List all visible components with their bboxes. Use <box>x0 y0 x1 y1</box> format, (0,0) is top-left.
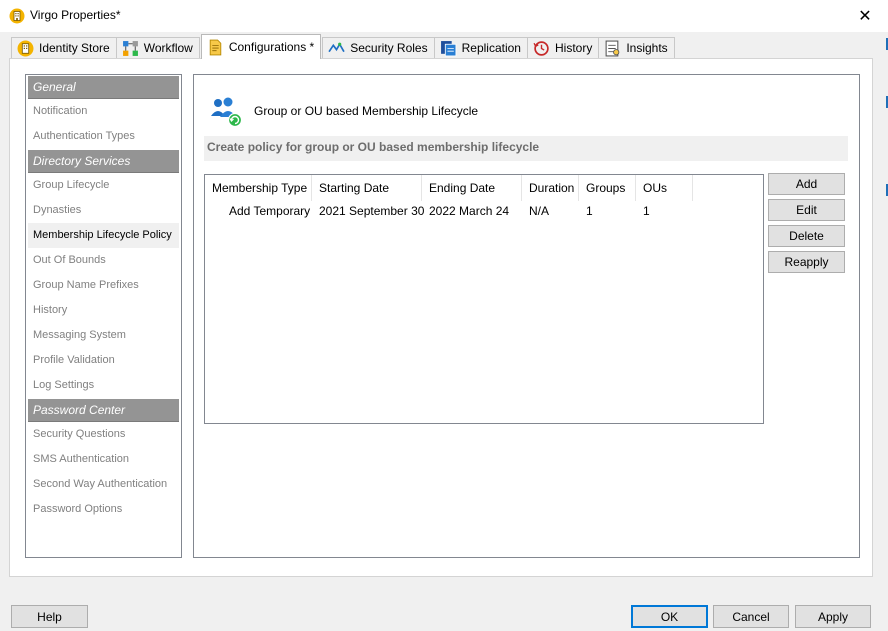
building-icon <box>17 40 34 56</box>
tab-label: Configurations * <box>228 40 315 54</box>
sidebar-item-security-questions[interactable]: Security Questions <box>26 422 181 447</box>
document-icon <box>209 39 222 55</box>
tab-strip: Identity Store Workflow Configurations *… <box>11 34 675 59</box>
title-bar: Virgo Properties* ✕ <box>0 0 888 32</box>
sidebar-section-directory-services: Directory Services <box>28 150 179 173</box>
tab-configurations[interactable]: Configurations * <box>200 34 322 59</box>
tab-workflow[interactable]: Workflow <box>115 37 200 58</box>
column-header-ending-date[interactable]: Ending Date <box>422 175 522 201</box>
sidebar-item-notification[interactable]: Notification <box>26 99 181 124</box>
cancel-button[interactable]: Cancel <box>713 605 789 628</box>
sidebar-item-authentication-types[interactable]: Authentication Types <box>26 124 181 149</box>
policy-table[interactable]: Membership Type Starting Date Ending Dat… <box>204 174 764 424</box>
sidebar-section-password-center: Password Center <box>28 399 179 422</box>
replication-icon <box>440 40 456 56</box>
sidebar-item-password-options[interactable]: Password Options <box>26 497 181 522</box>
close-button[interactable]: ✕ <box>842 0 888 32</box>
tab-history[interactable]: History <box>526 37 600 58</box>
ok-button[interactable]: OK <box>631 605 708 628</box>
sidebar: General Notification Authentication Type… <box>25 74 182 558</box>
tab-security-roles[interactable]: Security Roles <box>322 37 435 58</box>
tab-label: Security Roles <box>350 41 428 55</box>
sidebar-item-membership-lifecycle-policy[interactable]: Membership Lifecycle Policy <box>28 223 179 248</box>
tab-identity-store[interactable]: Identity Store <box>11 37 117 58</box>
history-icon <box>533 40 549 56</box>
workflow-icon <box>122 40 138 56</box>
tab-label: Insights <box>626 41 668 55</box>
sidebar-section-general: General <box>28 76 179 99</box>
delete-button[interactable]: Delete <box>768 225 845 247</box>
page-heading: Group or OU based Membership Lifecycle <box>254 104 479 118</box>
sidebar-item-messaging-system[interactable]: Messaging System <box>26 323 181 348</box>
tab-label: Identity Store <box>39 41 110 55</box>
cell-ending-date: 2022 March 24 <box>429 204 510 218</box>
sidebar-item-history[interactable]: History <box>26 298 181 323</box>
cell-duration: N/A <box>529 204 550 218</box>
sidebar-item-log-settings[interactable]: Log Settings <box>26 373 181 398</box>
membership-lifecycle-icon <box>211 97 243 128</box>
sidebar-item-second-way-authentication[interactable]: Second Way Authentication <box>26 472 181 497</box>
sidebar-item-sms-authentication[interactable]: SMS Authentication <box>26 447 181 472</box>
column-header-duration[interactable]: Duration <box>522 175 579 201</box>
tab-replication[interactable]: Replication <box>433 37 528 58</box>
column-header-ous[interactable]: OUs <box>636 175 693 201</box>
sidebar-item-profile-validation[interactable]: Profile Validation <box>26 348 181 373</box>
cell-membership-type: Add Temporary <box>229 204 311 218</box>
window-title: Virgo Properties* <box>30 8 121 22</box>
sidebar-item-group-name-prefixes[interactable]: Group Name Prefixes <box>26 273 181 298</box>
help-button[interactable]: Help <box>11 605 88 628</box>
reapply-button[interactable]: Reapply <box>768 251 845 273</box>
sidebar-item-group-lifecycle[interactable]: Group Lifecycle <box>26 173 181 198</box>
sidebar-item-dynasties[interactable]: Dynasties <box>26 198 181 223</box>
building-icon <box>9 8 25 24</box>
cell-groups: 1 <box>586 204 593 218</box>
apply-button[interactable]: Apply <box>795 605 871 628</box>
edit-button[interactable]: Edit <box>768 199 845 221</box>
security-roles-icon <box>328 42 345 52</box>
tab-label: Replication <box>461 41 521 55</box>
column-header-membership-type[interactable]: Membership Type <box>205 175 312 201</box>
tab-insights[interactable]: Insights <box>598 37 675 58</box>
column-header-starting-date[interactable]: Starting Date <box>312 175 422 201</box>
cell-ous: 1 <box>643 204 650 218</box>
table-header: Membership Type Starting Date Ending Dat… <box>205 175 763 201</box>
sidebar-item-out-of-bounds[interactable]: Out Of Bounds <box>26 248 181 273</box>
add-button[interactable]: Add <box>768 173 845 195</box>
tab-label: History <box>554 41 593 55</box>
column-header-groups[interactable]: Groups <box>579 175 636 201</box>
cell-starting-date: 2021 September 30 <box>319 204 425 218</box>
description-bar: Create policy for group or OU based memb… <box>204 136 848 161</box>
insights-icon <box>605 40 620 56</box>
tab-label: Workflow <box>143 41 193 55</box>
table-row[interactable]: Add Temporary 2021 September 30 2022 Mar… <box>205 201 763 221</box>
close-icon: ✕ <box>858 8 872 25</box>
